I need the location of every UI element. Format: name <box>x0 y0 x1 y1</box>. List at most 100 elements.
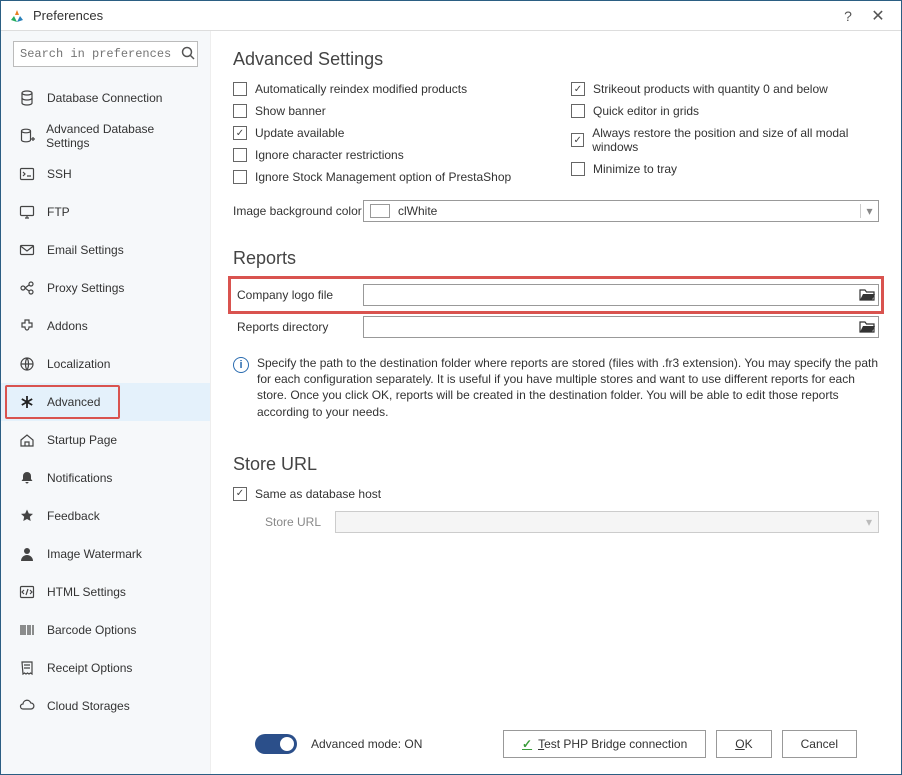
sidebar-item-database-connection[interactable]: Database Connection <box>1 79 210 117</box>
checkbox-icon: ✓ <box>571 82 585 96</box>
checkbox-row[interactable]: Ignore Stock Management option of Presta… <box>233 170 541 184</box>
sidebar-item-proxy-settings[interactable]: Proxy Settings <box>1 269 210 307</box>
checkbox-icon: ✓ <box>571 133 584 147</box>
database-icon <box>17 88 37 108</box>
same-as-db-check[interactable]: ✓ Same as database host <box>233 487 879 501</box>
sidebar-item-label: Feedback <box>47 509 100 523</box>
sidebar-item-notifications[interactable]: Notifications <box>1 459 210 497</box>
checkbox-icon <box>233 82 247 96</box>
checkbox-row[interactable]: Ignore character restrictions <box>233 148 541 162</box>
sidebar-item-addons[interactable]: Addons <box>1 307 210 345</box>
html-icon <box>17 582 37 602</box>
checkbox-label: Ignore character restrictions <box>255 148 404 162</box>
store-url-field: ▾ <box>335 511 879 533</box>
checkbox-row[interactable]: ✓Strikeout products with quantity 0 and … <box>571 82 879 96</box>
sidebar-item-label: Advanced Database Settings <box>46 122 194 150</box>
star-icon <box>17 506 37 526</box>
cancel-button[interactable]: Cancel <box>782 730 857 758</box>
advanced-mode-toggle[interactable] <box>255 734 297 754</box>
checkbox-icon: ✓ <box>233 487 247 501</box>
preferences-window: Preferences ? ✕ Database Connection Advan… <box>0 0 902 775</box>
sidebar-item-label: Startup Page <box>47 433 117 447</box>
checkbox-icon <box>233 104 247 118</box>
bgcolor-row: Image background color clWhite ▾ <box>233 200 879 222</box>
checkbox-row[interactable]: ✓Always restore the position and size of… <box>571 126 879 154</box>
sidebar-item-label: Localization <box>47 357 110 371</box>
globe-icon <box>17 354 37 374</box>
reports-dir-field[interactable] <box>363 316 879 338</box>
checkbox-label: Ignore Stock Management option of Presta… <box>255 170 511 184</box>
sidebar-item-ftp[interactable]: FTP <box>1 193 210 231</box>
close-button[interactable]: ✕ <box>863 6 893 26</box>
checkbox-icon <box>571 162 585 176</box>
checkbox-row[interactable]: Minimize to tray <box>571 162 879 176</box>
help-button[interactable]: ? <box>833 8 863 24</box>
sidebar-item-image-watermark[interactable]: Image Watermark <box>1 535 210 573</box>
receipt-icon <box>17 658 37 678</box>
browse-dir-button[interactable] <box>856 316 878 338</box>
cloud-icon <box>17 696 37 716</box>
sidebar-item-label: Image Watermark <box>47 547 142 561</box>
search-input[interactable] <box>14 47 178 61</box>
sidebar-item-label: FTP <box>47 205 70 219</box>
terminal-icon <box>17 164 37 184</box>
company-logo-field[interactable] <box>363 284 879 306</box>
checkbox-icon <box>233 148 247 162</box>
footer: Advanced mode: ON ✓ Test PHP Bridge conn… <box>233 724 879 774</box>
mail-icon <box>17 240 37 260</box>
section-title-reports: Reports <box>233 248 879 269</box>
bgcolor-field[interactable]: clWhite ▾ <box>363 200 879 222</box>
sidebar-item-advanced[interactable]: Advanced <box>1 383 210 421</box>
sidebar-item-startup-page[interactable]: Startup Page <box>1 421 210 459</box>
proxy-icon <box>17 278 37 298</box>
bgcolor-swatch-icon <box>370 204 390 218</box>
sidebar-item-label: Advanced <box>47 395 100 409</box>
sidebar-item-advanced-database-settings[interactable]: Advanced Database Settings <box>1 117 210 155</box>
sidebar-item-label: Database Connection <box>47 91 162 105</box>
sidebar-item-feedback[interactable]: Feedback <box>1 497 210 535</box>
search-icon <box>178 45 197 64</box>
sidebar-item-receipt-options[interactable]: Receipt Options <box>1 649 210 687</box>
sidebar-item-localization[interactable]: Localization <box>1 345 210 383</box>
checkbox-row[interactable]: Show banner <box>233 104 541 118</box>
reports-dir-row: Reports directory <box>233 313 879 341</box>
chevron-down-icon[interactable]: ▾ <box>860 204 878 218</box>
sidebar-item-email-settings[interactable]: Email Settings <box>1 231 210 269</box>
reports-info-text: Specify the path to the destination fold… <box>257 355 879 420</box>
bgcolor-label: Image background color <box>233 204 363 218</box>
desktop-icon <box>17 202 37 222</box>
sidebar-item-label: Proxy Settings <box>47 281 124 295</box>
ok-button[interactable]: OK <box>716 730 771 758</box>
sidebar-item-barcode-options[interactable]: Barcode Options <box>1 611 210 649</box>
company-logo-row: Company logo file <box>233 281 879 309</box>
store-url-label: Store URL <box>265 515 325 529</box>
checkbox-row[interactable]: Automatically reindex modified products <box>233 82 541 96</box>
sidebar-item-html-settings[interactable]: HTML Settings <box>1 573 210 611</box>
asterisk-icon <box>17 392 37 412</box>
checkbox-row[interactable]: Quick editor in grids <box>571 104 879 118</box>
checkbox-label: Update available <box>255 126 344 140</box>
sidebar-item-label: Email Settings <box>47 243 124 257</box>
company-logo-label: Company logo file <box>233 288 363 302</box>
sidebar-item-label: Cloud Storages <box>47 699 130 713</box>
section-title-storeurl: Store URL <box>233 454 879 475</box>
search-input-wrap[interactable] <box>13 41 198 67</box>
window-title: Preferences <box>33 8 833 23</box>
sidebar-item-label: HTML Settings <box>47 585 126 599</box>
checkbox-row[interactable]: ✓Update available <box>233 126 541 140</box>
browse-logo-button[interactable] <box>856 284 878 306</box>
sidebar-item-cloud-storages[interactable]: Cloud Storages <box>1 687 210 725</box>
reports-info-row: i Specify the path to the destination fo… <box>233 355 879 420</box>
bell-icon <box>17 468 37 488</box>
advanced-checks: Automatically reindex modified products S… <box>233 82 879 184</box>
test-connection-button[interactable]: ✓ Test PHP Bridge connection <box>503 730 706 758</box>
checkbox-label: Show banner <box>255 104 326 118</box>
main-panel: Advanced Settings Automatically reindex … <box>211 31 901 774</box>
sidebar-item-label: Addons <box>47 319 88 333</box>
bgcolor-value: clWhite <box>396 204 860 218</box>
sidebar-item-ssh[interactable]: SSH <box>1 155 210 193</box>
title-bar: Preferences ? ✕ <box>1 1 901 31</box>
checkbox-label: Minimize to tray <box>593 162 677 176</box>
sidebar-nav: Database Connection Advanced Database Set… <box>1 79 210 774</box>
home-icon <box>17 430 37 450</box>
